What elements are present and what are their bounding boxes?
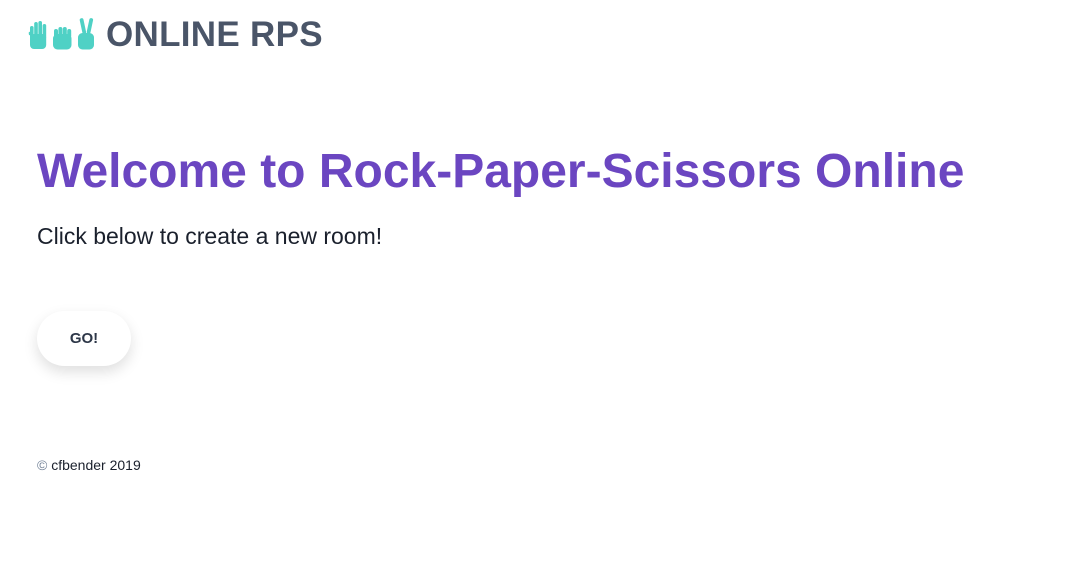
site-header: ONLINE RPS <box>27 14 323 54</box>
raised-hand-icon <box>27 20 49 50</box>
go-button[interactable]: GO! <box>37 311 131 366</box>
page-subtitle: Click below to create a new room! <box>37 223 383 249</box>
site-title[interactable]: ONLINE RPS <box>106 17 323 52</box>
footer: © cfbender 2019 <box>37 457 141 473</box>
footer-text: cfbender 2019 <box>51 457 141 473</box>
copyright-symbol: © <box>37 457 48 473</box>
main-content: Welcome to Rock-Paper-Scissors Online Cl… <box>37 142 1047 250</box>
page-title: Welcome to Rock-Paper-Scissors Online <box>37 145 965 198</box>
logo-icons <box>27 18 97 50</box>
fist-icon <box>51 26 73 50</box>
victory-hand-icon <box>75 18 97 50</box>
